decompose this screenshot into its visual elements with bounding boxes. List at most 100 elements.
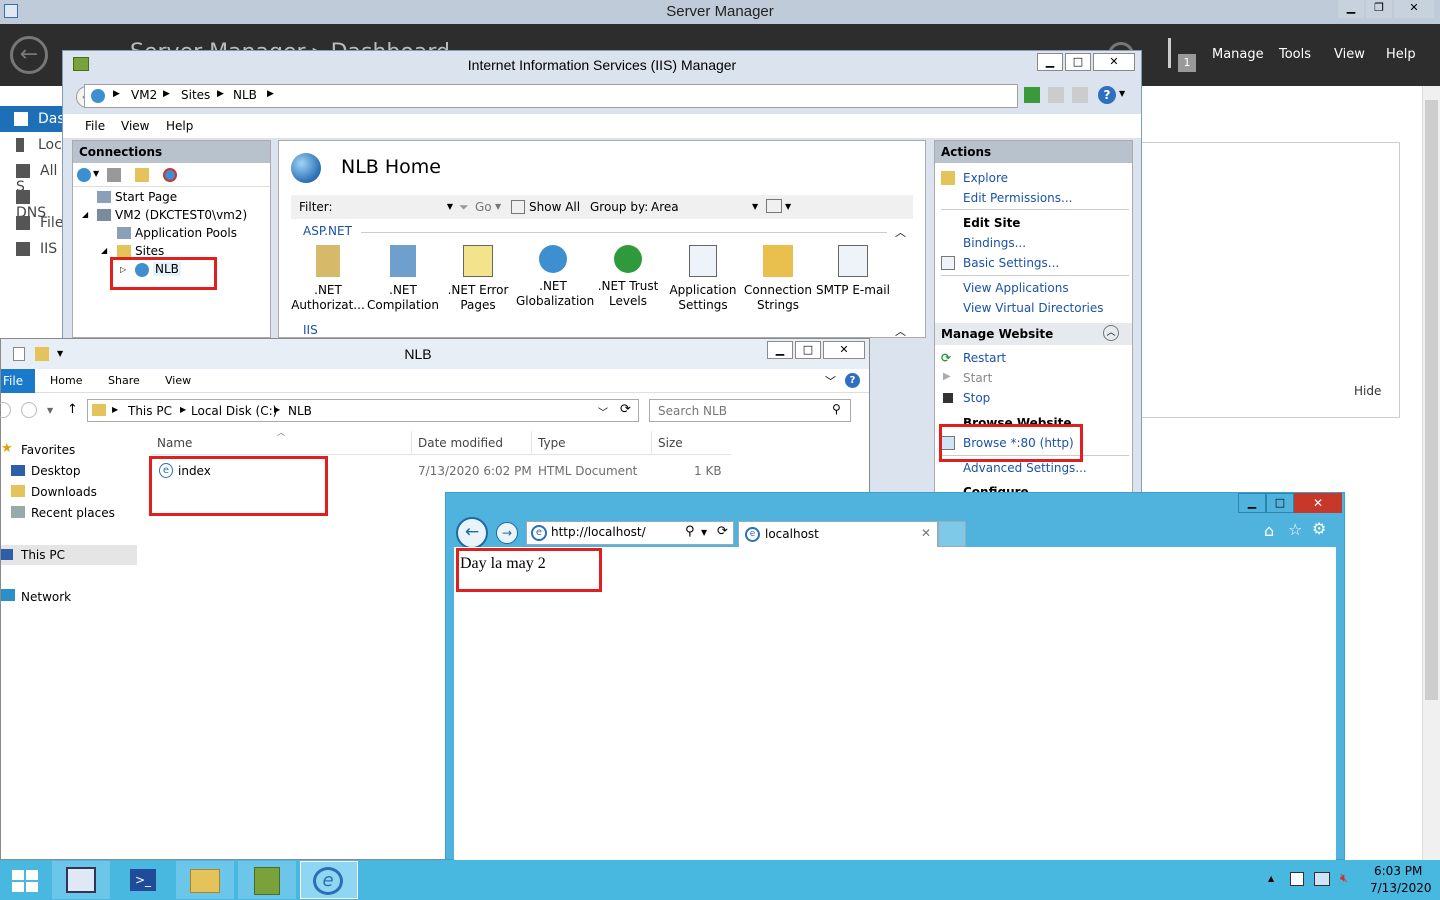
help-icon[interactable]: ? — [845, 373, 860, 388]
sm-menu-view[interactable]: View — [1334, 47, 1365, 62]
dropdown-icon[interactable]: ▼ — [93, 169, 99, 178]
iis-home-icon[interactable] — [1072, 87, 1088, 103]
taskbar-file-explorer[interactable] — [176, 861, 234, 899]
ribbon-tab-share[interactable]: Share — [108, 374, 140, 387]
forward-icon[interactable] — [21, 402, 37, 418]
explorer-close-button[interactable]: ✕ — [823, 341, 865, 359]
nav-favorites[interactable]: Favorites — [21, 443, 75, 457]
collapse-section-icon[interactable]: ︿ — [895, 323, 906, 339]
iis-close-button[interactable]: ✕ — [1093, 53, 1135, 71]
feature-net-authorization[interactable]: .NET Authorizat... — [291, 245, 365, 313]
sm-back-icon[interactable]: ← — [10, 36, 48, 74]
taskbar-powershell[interactable]: >_ — [114, 861, 172, 899]
filter-input[interactable]: ▼ — [343, 198, 453, 215]
address-dropdown-icon[interactable]: ﹀ — [598, 404, 608, 419]
action-basic-settings[interactable]: Basic Settings... — [963, 256, 1059, 270]
action-advanced-settings[interactable]: Advanced Settings... — [963, 461, 1087, 475]
collapse-section-icon[interactable]: ︿ — [895, 224, 906, 240]
sm-side-item-dashboard[interactable]: Das — [0, 106, 66, 132]
sm-close-button[interactable]: ✕ — [1394, 0, 1434, 18]
expand-icon[interactable]: ◢ — [101, 246, 107, 255]
sm-scrollbar[interactable] — [1422, 86, 1440, 860]
home-icon[interactable]: ⌂ — [1264, 521, 1274, 540]
col-date[interactable]: Date modified — [418, 436, 503, 450]
feature-smtp-email[interactable]: SMTP E-mail — [816, 245, 890, 298]
search-icon[interactable]: ⚲ — [832, 402, 841, 416]
tree-app-pools[interactable]: Application Pools — [135, 226, 237, 240]
clock-time[interactable]: 6:03 PM — [1374, 864, 1422, 878]
refresh-icon[interactable]: ⟳ — [717, 524, 728, 539]
explorer-search-box[interactable]: Search NLB ⚲ — [649, 399, 851, 422]
breadcrumb-vm2[interactable]: VM2 — [131, 88, 157, 102]
refresh-icon[interactable]: ⟳ — [620, 402, 631, 417]
show-all-button[interactable]: Show All — [529, 200, 580, 214]
iis-menu-file[interactable]: File — [85, 119, 105, 133]
explorer-minimize-button[interactable]: ▁ — [767, 341, 793, 359]
feature-application-settings[interactable]: Application Settings — [666, 245, 740, 313]
ribbon-expand-icon[interactable]: ﹀ — [825, 373, 836, 389]
sm-menu-help[interactable]: Help — [1386, 47, 1416, 62]
action-bindings[interactable]: Bindings... — [963, 236, 1026, 250]
iis-minimize-button[interactable]: ▁ — [1037, 53, 1063, 71]
browser-back-button[interactable]: ← — [456, 517, 488, 549]
browser-minimize-button[interactable]: ▁ — [1238, 493, 1266, 513]
path-nlb[interactable]: NLB — [288, 404, 312, 418]
path-this-pc[interactable]: This PC — [128, 404, 172, 418]
iis-help-icon[interactable]: ? — [1098, 86, 1116, 104]
up-icon[interactable]: ↑ — [67, 402, 78, 417]
nav-downloads[interactable]: Downloads — [31, 485, 97, 499]
group-by-select[interactable]: Area — [651, 200, 679, 214]
new-tab-button[interactable] — [938, 521, 966, 547]
dropdown-icon[interactable]: ▼ — [701, 528, 707, 537]
feature-net-globalization[interactable]: .NET Globalization — [516, 245, 594, 309]
sm-menu-manage[interactable]: Manage — [1212, 47, 1264, 62]
tools-gear-icon[interactable]: ⚙ — [1312, 519, 1326, 538]
iis-breadcrumb-bar[interactable]: ▶ VM2 ▶ Sites ▶ NLB ▶ — [84, 84, 1018, 108]
network-tray-icon[interactable] — [1314, 872, 1330, 886]
action-explore[interactable]: Explore — [963, 171, 1008, 185]
disconnect-icon[interactable] — [163, 168, 177, 182]
dropdown-icon[interactable]: ▼ — [785, 202, 791, 211]
search-input[interactable]: Search NLB — [658, 404, 727, 418]
dropdown-icon[interactable]: ▼ — [752, 202, 758, 211]
taskbar-internet-explorer[interactable]: e — [300, 861, 358, 899]
browser-close-button[interactable]: ✕ — [1294, 493, 1342, 513]
col-type[interactable]: Type — [538, 436, 566, 450]
feature-net-compilation[interactable]: .NET Compilation — [366, 245, 440, 313]
url-input[interactable]: http://localhost/ — [551, 525, 646, 539]
up-folder-icon[interactable] — [135, 168, 149, 182]
sm-menu-tools[interactable]: Tools — [1279, 47, 1311, 62]
sm-side-item-file[interactable]: File — [16, 215, 63, 231]
taskbar-iis-manager[interactable] — [238, 861, 296, 899]
ribbon-tab-file[interactable]: File — [1, 369, 35, 393]
nav-desktop[interactable]: Desktop — [31, 464, 81, 478]
sm-hide-link[interactable]: Hide — [1354, 384, 1381, 398]
feature-net-error-pages[interactable]: .NET Error Pages — [441, 245, 515, 313]
tree-sites[interactable]: Sites — [135, 244, 164, 258]
sm-side-item-iis[interactable]: IIS — [16, 241, 57, 257]
action-view-virtual-directories[interactable]: View Virtual Directories — [963, 301, 1104, 315]
iis-menu-help[interactable]: Help — [166, 119, 193, 133]
iis-refresh-icon[interactable] — [1024, 87, 1040, 103]
nav-network[interactable]: Network — [21, 590, 71, 604]
start-button[interactable] — [0, 861, 50, 899]
action-restart[interactable]: Restart — [963, 351, 1006, 365]
action-view-applications[interactable]: View Applications — [963, 281, 1069, 295]
search-icon[interactable]: ⚲ — [685, 524, 695, 539]
action-edit-permissions[interactable]: Edit Permissions... — [963, 191, 1072, 205]
collapse-icon[interactable]: ︿ — [1103, 325, 1119, 341]
iis-stop-icon[interactable] — [1048, 87, 1064, 103]
back-icon[interactable] — [0, 402, 11, 418]
feature-net-trust-levels[interactable]: .NET Trust Levels — [591, 245, 665, 309]
col-size[interactable]: Size — [658, 436, 683, 450]
clock-date[interactable]: 7/13/2020 — [1370, 881, 1432, 895]
browser-tab[interactable]: e localhost ✕ — [738, 521, 938, 547]
sm-side-item-local[interactable]: Loc — [16, 137, 62, 153]
sm-minimize-button[interactable]: ▁ — [1338, 0, 1364, 18]
ribbon-tab-home[interactable]: Home — [50, 374, 82, 387]
sm-restore-button[interactable]: ❐ — [1366, 0, 1392, 18]
favorites-icon[interactable]: ☆ — [1288, 520, 1302, 539]
action-center-icon[interactable] — [1290, 872, 1304, 886]
expand-icon[interactable]: ◢ — [82, 210, 88, 219]
taskbar-server-manager[interactable] — [52, 861, 110, 899]
